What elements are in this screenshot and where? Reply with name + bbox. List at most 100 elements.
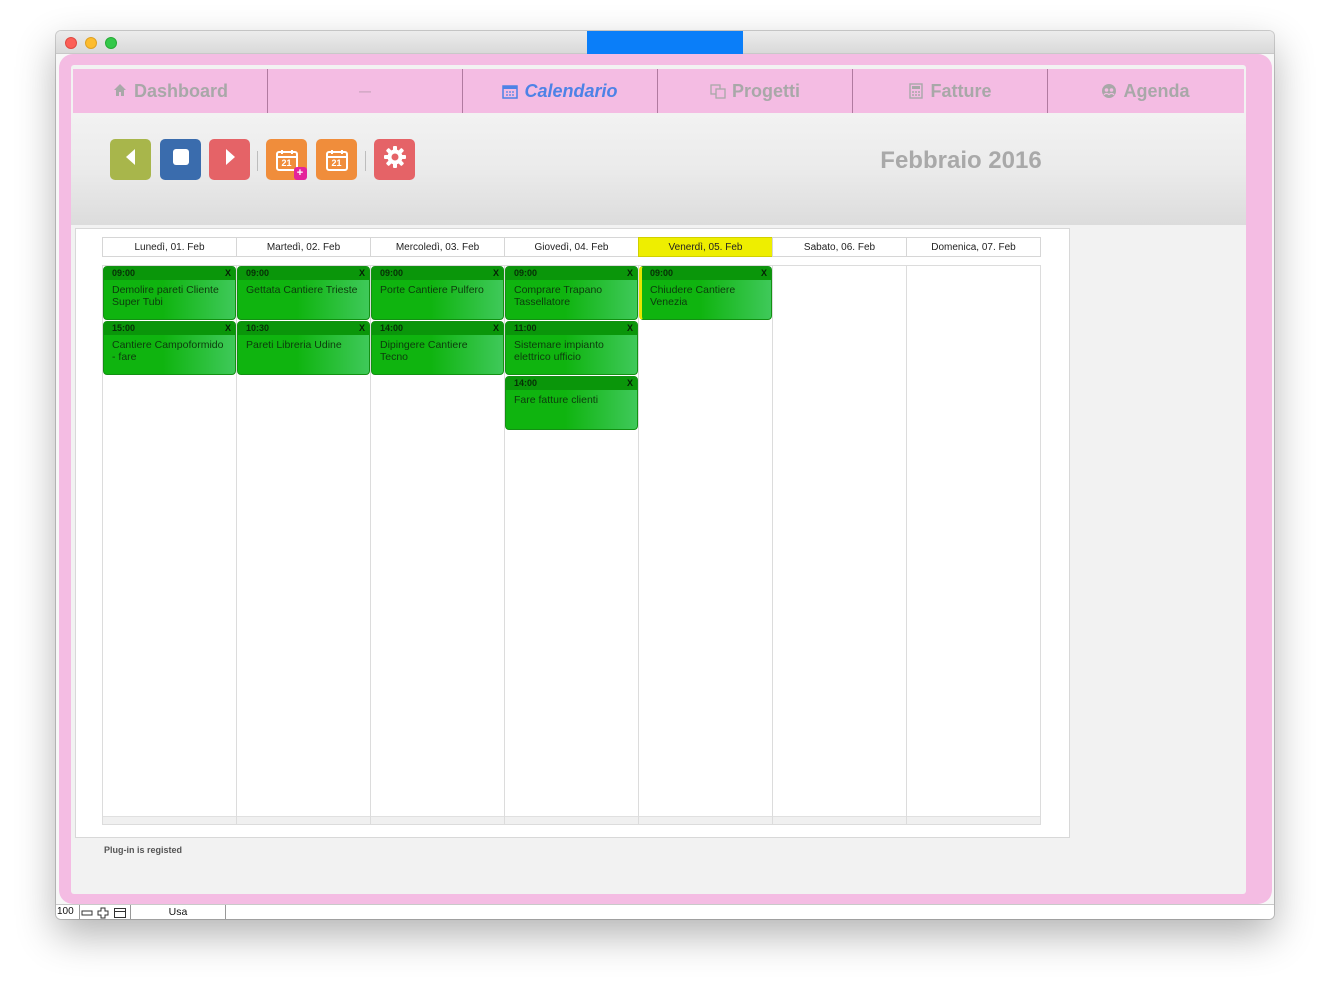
delete-event-button[interactable]: X — [225, 267, 231, 280]
main-nav: Dashboard — Calendario Progetti Fatture … — [73, 69, 1244, 113]
calendar-view-button[interactable]: 21 — [316, 139, 357, 180]
delete-event-button[interactable]: X — [761, 267, 767, 280]
today-button[interactable] — [160, 139, 201, 180]
day-column[interactable] — [906, 265, 1041, 825]
event-title: Porte Cantiere Pulfero — [380, 284, 484, 296]
delete-event-button[interactable]: X — [359, 322, 365, 335]
event-card[interactable]: 09:00 X Porte Cantiere Pulfero — [371, 266, 504, 320]
tab-progetti[interactable]: Progetti — [658, 69, 853, 113]
day-column-footer — [773, 816, 906, 824]
event-time: 09:00 — [112, 268, 136, 278]
add-event-button[interactable]: 21 + — [266, 139, 307, 180]
event-title: Demolire pareti Cliente Super Tubi — [112, 284, 219, 308]
tab-calendario[interactable]: Calendario — [463, 69, 658, 113]
calendar-toolbar: 21 + 21 Febbraio 2016 — [71, 113, 1246, 225]
day-column-today[interactable]: 09:00 X Chiudere Cantiere Venezia — [638, 265, 773, 825]
day-column-footer — [237, 816, 370, 824]
event-card[interactable]: 10:30 X Pareti Libreria Udine — [237, 321, 370, 375]
event-header: 14:00 X — [506, 377, 637, 390]
event-card[interactable]: 14:00 X Dipingere Cantiere Tecno — [371, 321, 504, 375]
toolbar-divider — [257, 151, 258, 171]
zoom-window-button[interactable] — [105, 37, 117, 49]
event-card[interactable]: 09:00 X Demolire pareti Cliente Super Tu… — [103, 266, 236, 320]
contacts-icon — [1101, 83, 1117, 99]
event-header: 09:00 X — [238, 267, 369, 280]
day-header: Sabato, 06. Feb — [772, 237, 907, 257]
event-header: 09:00 X — [506, 267, 637, 280]
day-column[interactable]: 09:00 X Gettata Cantiere Trieste 10:30 X… — [236, 265, 371, 825]
delete-event-button[interactable]: X — [359, 267, 365, 280]
day-header: Mercoledì, 03. Feb — [370, 237, 505, 257]
day-header: Giovedì, 04. Feb — [504, 237, 639, 257]
day-column[interactable] — [772, 265, 907, 825]
event-card[interactable]: 11:00 X Sistemare impianto elettrico uff… — [505, 321, 638, 375]
layout-view-icon[interactable] — [114, 906, 126, 918]
zoom-level[interactable]: 100 — [57, 905, 80, 919]
delete-event-button[interactable]: X — [493, 267, 499, 280]
close-window-button[interactable] — [65, 37, 77, 49]
calendar-day-number: 21 — [331, 157, 342, 168]
event-time: 09:00 — [650, 268, 674, 278]
minimize-window-button[interactable] — [85, 37, 97, 49]
event-time: 09:00 — [514, 268, 538, 278]
event-title: Fare fatture clienti — [514, 394, 599, 406]
event-time: 15:00 — [112, 323, 136, 333]
home-icon — [112, 83, 128, 99]
event-title: Gettata Cantiere Trieste — [246, 284, 358, 296]
delete-event-button[interactable]: X — [225, 322, 231, 335]
day-column-footer — [639, 816, 772, 824]
calendar-icon: 21 — [325, 148, 349, 172]
event-header: 10:30 X — [238, 322, 369, 335]
previous-button[interactable] — [110, 139, 151, 180]
prev-arrow-icon — [123, 148, 139, 171]
tab-blank[interactable]: — — [268, 69, 463, 113]
content-area: Dashboard — Calendario Progetti Fatture … — [71, 65, 1246, 894]
tab-dashboard[interactable]: Dashboard — [73, 69, 268, 113]
zoom-out-icon[interactable] — [81, 906, 93, 918]
day-column-footer — [505, 816, 638, 824]
delete-event-button[interactable]: X — [627, 267, 633, 280]
tab-label: Progetti — [731, 80, 800, 101]
event-card[interactable]: 14:00 X Fare fatture clienti — [505, 376, 638, 430]
tab-fatture[interactable]: Fatture — [853, 69, 1048, 113]
delete-event-button[interactable]: X — [493, 322, 499, 335]
event-header: 09:00 X — [104, 267, 235, 280]
event-title: Chiudere Cantiere Venezia — [650, 284, 736, 308]
event-time: 10:30 — [246, 323, 270, 333]
event-card[interactable]: 09:00 X Comprare Trapano Tassellatore — [505, 266, 638, 320]
day-column[interactable]: 09:00 X Porte Cantiere Pulfero 14:00 X D… — [370, 265, 505, 825]
calendar-icon — [502, 83, 519, 99]
tab-label: Fatture — [930, 80, 992, 101]
tab-label: — — [359, 84, 371, 98]
plugin-status: Plug-in is registed — [104, 845, 183, 855]
calculator-icon — [908, 83, 924, 99]
event-card[interactable]: 09:00 X Gettata Cantiere Trieste — [237, 266, 370, 320]
event-card[interactable]: 15:00 X Cantiere Campoformido - fare — [103, 321, 236, 375]
layout-name[interactable]: Usa — [130, 905, 226, 919]
tab-agenda[interactable]: Agenda — [1048, 69, 1243, 113]
day-column-footer — [103, 816, 236, 824]
event-card[interactable]: 09:00 X Chiudere Cantiere Venezia — [639, 266, 772, 320]
tab-label: Dashboard — [133, 80, 229, 101]
next-button[interactable] — [209, 139, 250, 180]
event-header: 09:00 X — [642, 267, 771, 280]
day-column[interactable]: 09:00 X Demolire pareti Cliente Super Tu… — [102, 265, 237, 825]
event-time: 09:00 — [380, 268, 404, 278]
next-arrow-icon — [222, 148, 238, 171]
zoom-in-icon[interactable] — [97, 906, 109, 919]
event-header: 09:00 X — [372, 267, 503, 280]
tab-label: Calendario — [524, 80, 618, 101]
month-title: Febbraio 2016 — [880, 147, 1042, 174]
event-time: 14:00 — [514, 378, 538, 388]
stop-icon — [172, 148, 190, 171]
status-bar: 100 Usa — [56, 904, 1274, 919]
day-column-footer — [907, 816, 1040, 824]
delete-event-button[interactable]: X — [627, 322, 633, 335]
day-header: Martedì, 02. Feb — [236, 237, 371, 257]
event-title: Pareti Libreria Udine — [246, 339, 342, 351]
day-header-today: Venerdì, 05. Feb — [638, 237, 773, 257]
delete-event-button[interactable]: X — [627, 377, 633, 390]
event-header: 15:00 X — [104, 322, 235, 335]
settings-button[interactable] — [374, 139, 415, 180]
day-column[interactable]: 09:00 X Comprare Trapano Tassellatore 11… — [504, 265, 639, 825]
